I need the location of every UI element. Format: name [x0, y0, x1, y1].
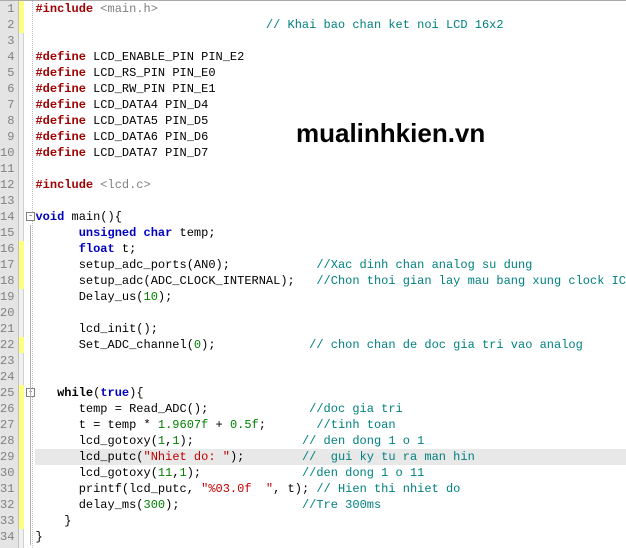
line-number: 23: [0, 353, 14, 369]
code-area[interactable]: #include <main.h> // Khai bao chan ket n…: [33, 1, 626, 548]
line-number: 10: [0, 145, 14, 161]
line-number: 6: [0, 81, 14, 97]
line-number: 28: [0, 433, 14, 449]
line-number-gutter: 1234567891011121314151617181920212223242…: [0, 1, 19, 548]
code-line[interactable]: Delay_us(10);: [35, 289, 626, 305]
code-line[interactable]: lcd_init();: [35, 321, 626, 337]
code-line[interactable]: [35, 369, 626, 385]
code-line[interactable]: #define LCD_DATA6 PIN_D6: [35, 129, 626, 145]
line-number: 12: [0, 177, 14, 193]
code-editor: 1234567891011121314151617181920212223242…: [0, 0, 626, 548]
code-line[interactable]: delay_ms(300); //Tre 300ms: [35, 497, 626, 513]
code-line[interactable]: temp = Read_ADC(); //doc gia tri: [35, 401, 626, 417]
line-number: 3: [0, 33, 14, 49]
line-number: 19: [0, 289, 14, 305]
code-line[interactable]: lcd_gotoxy(11,1); //den dong 1 o 11: [35, 465, 626, 481]
code-line[interactable]: }: [35, 513, 626, 529]
code-line[interactable]: #define LCD_DATA7 PIN_D7: [35, 145, 626, 161]
code-line[interactable]: #define LCD_DATA5 PIN_D5: [35, 113, 626, 129]
code-line[interactable]: [35, 305, 626, 321]
line-number: 31: [0, 481, 14, 497]
code-line[interactable]: [35, 161, 626, 177]
line-number: 9: [0, 129, 14, 145]
code-line[interactable]: [35, 353, 626, 369]
code-line[interactable]: setup_adc_ports(AN0); //Xac dinh chan an…: [35, 257, 626, 273]
line-number: 33: [0, 513, 14, 529]
line-number: 17: [0, 257, 14, 273]
line-number: 14: [0, 209, 14, 225]
code-line[interactable]: while(true){: [35, 385, 626, 401]
line-number: 32: [0, 497, 14, 513]
line-number: 7: [0, 97, 14, 113]
code-line[interactable]: #include <main.h>: [35, 1, 626, 17]
line-number: 34: [0, 529, 14, 545]
code-line[interactable]: Set_ADC_channel(0); // chon chan de doc …: [35, 337, 626, 353]
line-number: 11: [0, 161, 14, 177]
line-number: 24: [0, 369, 14, 385]
code-line[interactable]: setup_adc(ADC_CLOCK_INTERNAL); //Chon th…: [35, 273, 626, 289]
fold-gutter: --: [24, 1, 33, 548]
line-number: 29: [0, 449, 14, 465]
line-number: 27: [0, 417, 14, 433]
line-number: 22: [0, 337, 14, 353]
line-number: 30: [0, 465, 14, 481]
code-line[interactable]: #include <lcd.c>: [35, 177, 626, 193]
line-number: 16: [0, 241, 14, 257]
code-line[interactable]: float t;: [35, 241, 626, 257]
line-number: 2: [0, 17, 14, 33]
line-number: 20: [0, 305, 14, 321]
code-line[interactable]: lcd_putc("Nhiet do: "); // gui ky tu ra …: [35, 449, 626, 465]
line-number: 25: [0, 385, 14, 401]
code-line[interactable]: #define LCD_RW_PIN PIN_E1: [35, 81, 626, 97]
code-line[interactable]: #define LCD_ENABLE_PIN PIN_E2: [35, 49, 626, 65]
line-number: 5: [0, 65, 14, 81]
fold-guide-line: [30, 401, 31, 529]
line-number: 21: [0, 321, 14, 337]
code-line[interactable]: void main(){: [35, 209, 626, 225]
code-line[interactable]: #define LCD_DATA4 PIN_D4: [35, 97, 626, 113]
code-line[interactable]: [35, 193, 626, 209]
line-number: 4: [0, 49, 14, 65]
code-line[interactable]: printf(lcd_putc, "%03.0f ", t); // Hien …: [35, 481, 626, 497]
code-line[interactable]: t = temp * 1.9607f + 0.5f; //tinh toan: [35, 417, 626, 433]
code-line[interactable]: // Khai bao chan ket noi LCD 16x2: [35, 17, 626, 33]
code-line[interactable]: lcd_gotoxy(1,1); // den dong 1 o 1: [35, 433, 626, 449]
line-number: 15: [0, 225, 14, 241]
code-line[interactable]: #define LCD_RS_PIN PIN_E0: [35, 65, 626, 81]
line-number: 1: [0, 1, 14, 17]
line-number: 13: [0, 193, 14, 209]
line-number: 26: [0, 401, 14, 417]
code-line[interactable]: }: [35, 529, 626, 545]
line-number: 18: [0, 273, 14, 289]
code-line[interactable]: unsigned char temp;: [35, 225, 626, 241]
line-number: 8: [0, 113, 14, 129]
code-line[interactable]: [35, 33, 626, 49]
